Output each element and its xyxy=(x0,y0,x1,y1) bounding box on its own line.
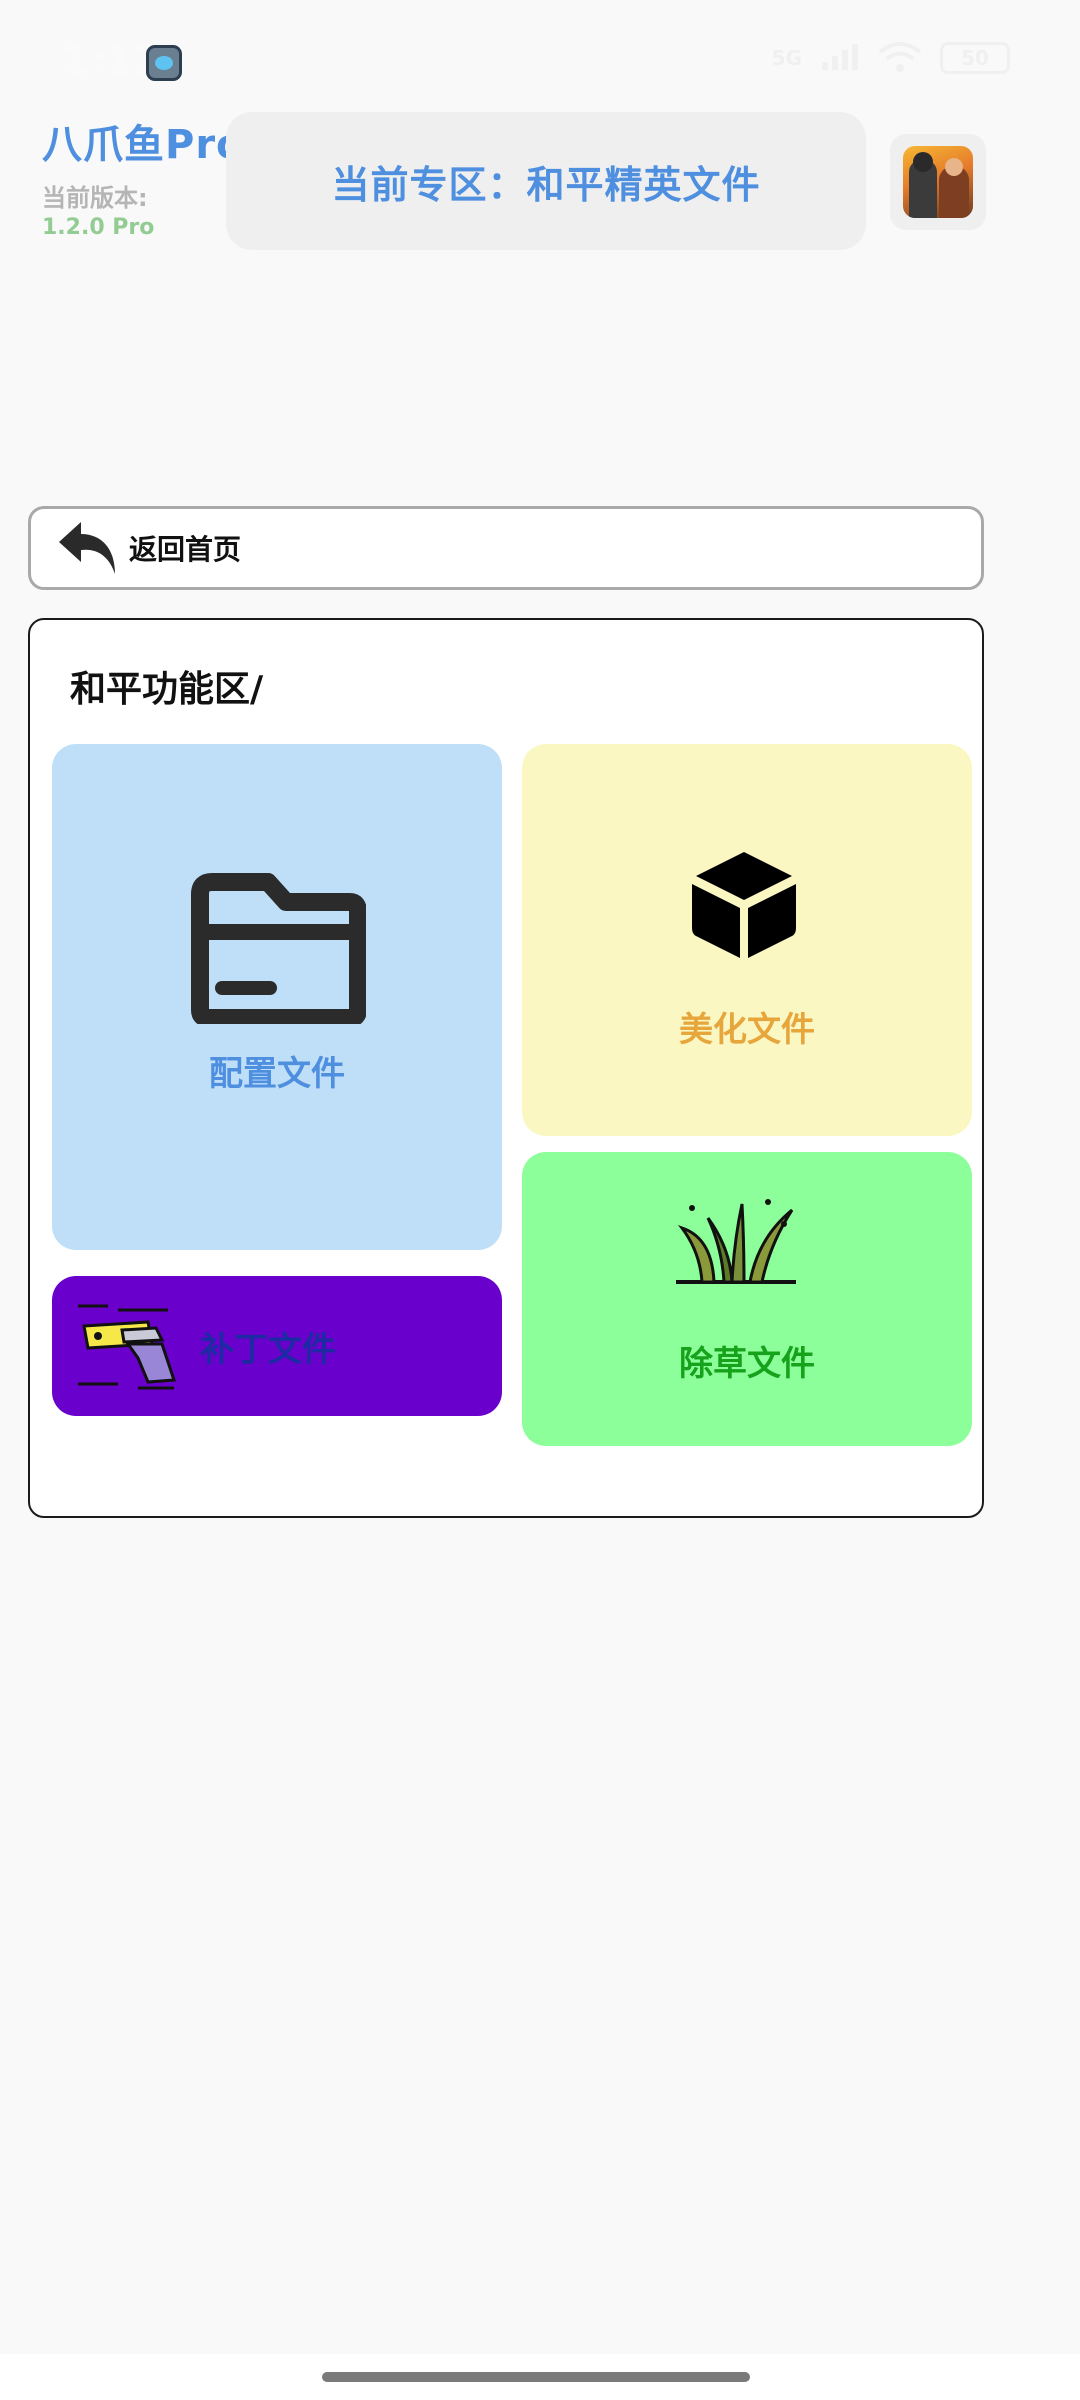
folder-icon xyxy=(191,873,366,1024)
notification-app-icon xyxy=(146,45,182,81)
network-type: 5G xyxy=(771,46,802,70)
cube-icon xyxy=(692,852,796,958)
version-label: 当前版本: xyxy=(42,184,148,212)
back-home-button[interactable]: 返回首页 xyxy=(28,506,984,590)
app-brand: 八爪鱼Pro 当前版本: 1.2.0 Pro xyxy=(42,112,245,240)
battery-level: 50 xyxy=(961,46,989,70)
function-panel: 和平功能区/ 配置文件 美化文件 补丁文件 除草文件 xyxy=(28,618,984,1518)
config-file-tile[interactable]: 配置文件 xyxy=(52,744,502,1250)
current-zone-text: 当前专区：和平精英文件 xyxy=(331,162,761,207)
version-value: 1.2.0 Pro xyxy=(42,215,155,240)
signal-icon xyxy=(822,44,858,70)
game-avatar-art xyxy=(903,146,973,218)
wifi-icon xyxy=(878,42,922,72)
game-avatar-icon[interactable] xyxy=(890,134,986,230)
back-home-label: 返回首页 xyxy=(129,533,242,566)
gun-icon xyxy=(78,1304,177,1390)
battery-icon: 50 xyxy=(940,42,1010,74)
beautify-file-tile[interactable]: 美化文件 xyxy=(522,744,972,1136)
config-file-label: 配置文件 xyxy=(209,1054,345,1094)
beautify-file-label: 美化文件 xyxy=(679,1010,815,1050)
back-arrow-icon xyxy=(59,522,115,574)
patch-file-label: 补丁文件 xyxy=(200,1330,336,1370)
weed-removal-file-tile[interactable]: 除草文件 xyxy=(522,1152,972,1446)
panel-title: 和平功能区/ xyxy=(70,669,264,710)
weed-removal-file-label: 除草文件 xyxy=(679,1344,815,1384)
grass-icon xyxy=(676,1199,796,1284)
status-bar: 1:12 5G 50 xyxy=(0,0,1080,110)
home-indicator[interactable] xyxy=(322,2372,750,2382)
patch-file-tile[interactable]: 补丁文件 xyxy=(52,1276,502,1416)
status-indicators: 5G 50 xyxy=(772,42,1010,74)
app-title: 八爪鱼Pro xyxy=(42,122,245,168)
current-zone-banner: 当前专区：和平精英文件 xyxy=(226,112,866,250)
